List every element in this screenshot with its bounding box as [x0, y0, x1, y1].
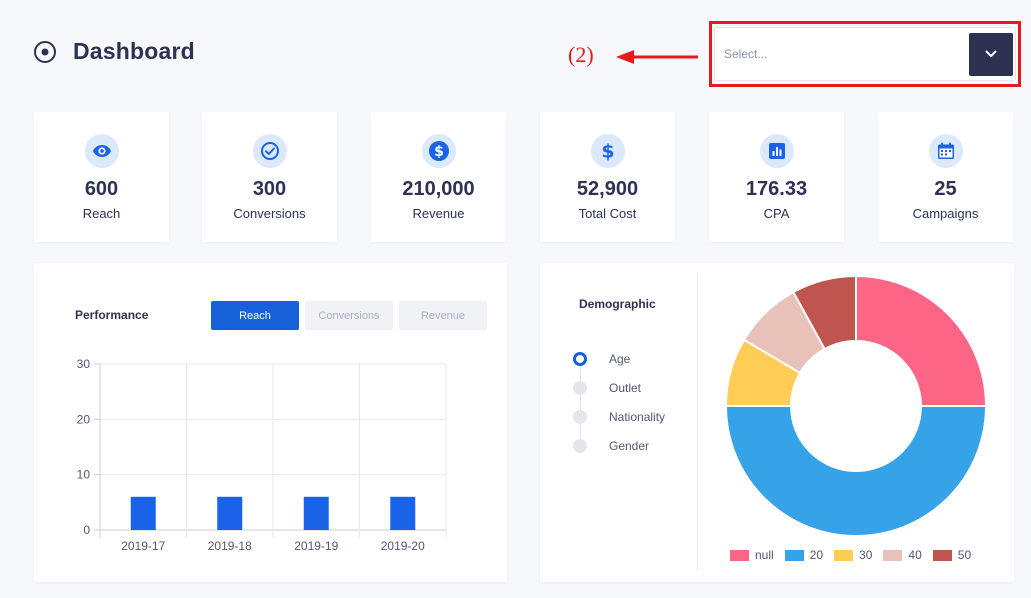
performance-panel: Performance Reach Conversions Revenue 01…	[34, 263, 507, 582]
stat-card-cpa: 176.33 CPA	[709, 112, 844, 242]
legend-swatch	[932, 549, 952, 561]
stat-value: 210,000	[402, 178, 475, 200]
bar	[303, 496, 329, 530]
radio-target-icon	[34, 40, 56, 63]
svg-text:$: $	[601, 141, 614, 163]
legend-item[interactable]: 40	[883, 548, 922, 562]
donut-slice	[724, 405, 988, 537]
bar	[130, 496, 156, 530]
stat-card-reach: 600 Reach	[34, 112, 169, 242]
stat-label: Total Cost	[578, 206, 637, 221]
stat-card-total-cost: $ 52,900 Total Cost	[540, 112, 675, 242]
legend-item[interactable]: 30	[834, 548, 872, 562]
stat-value: 25	[934, 178, 957, 200]
y-tick-label: 30	[77, 357, 91, 371]
annotation-label: (2)	[568, 42, 594, 67]
demographic-donut-chart	[724, 274, 988, 537]
stat-card-campaigns: 25 Campaigns	[878, 112, 1013, 242]
bar-chart-icon	[759, 134, 794, 168]
legend-label: 40	[908, 548, 922, 562]
stat-label: Campaigns	[912, 206, 979, 221]
stat-card-revenue: $ 210,000 Revenue	[371, 112, 506, 242]
annotation-arrow-icon	[616, 50, 698, 64]
stat-value: 600	[84, 178, 119, 200]
page-header: Dashboard	[34, 38, 195, 65]
page-title: Dashboard	[73, 38, 195, 64]
x-tick-label: 2019-18	[208, 539, 252, 553]
x-tick-label: 2019-19	[294, 539, 338, 553]
y-tick-label: 20	[77, 412, 91, 426]
dollar-icon: $	[421, 134, 456, 168]
stat-value: 52,900	[576, 178, 639, 200]
chevron-down-icon	[985, 50, 997, 57]
legend-swatch	[730, 549, 749, 561]
legend-item[interactable]: 50	[932, 548, 972, 562]
legend-swatch	[883, 549, 903, 561]
performance-bar-chart: 0 10 20 30 2019-17 2019-18 2019-19 2019-20	[77, 357, 447, 553]
dollar-icon: $	[590, 134, 625, 168]
stat-value: 176.33	[745, 178, 808, 200]
legend-label: 20	[809, 548, 824, 562]
legend-item[interactable]: null	[730, 548, 774, 562]
bar	[217, 496, 243, 530]
eye-icon	[84, 134, 119, 168]
y-tick-label: 0	[83, 523, 90, 537]
legend-item[interactable]: 20	[784, 548, 824, 562]
y-tick-label: 10	[77, 468, 91, 482]
select-dropdown-button[interactable]	[969, 32, 1013, 76]
demographic-panel: Demographic Age Outlet Nationality Gende…	[540, 263, 1014, 582]
x-tick-label: 2019-17	[121, 539, 165, 553]
svg-text:$: $	[434, 144, 444, 160]
check-circle-icon	[252, 134, 287, 168]
stat-card-conversions: 300 Conversions	[202, 112, 337, 242]
bar	[390, 496, 416, 530]
legend-label: 50	[957, 548, 972, 562]
donut-slice	[855, 274, 988, 407]
stat-label: Reach	[82, 206, 121, 221]
legend-label: null	[755, 548, 774, 562]
filter-select[interactable]: Select...	[714, 27, 1016, 81]
legend-label: 30	[859, 548, 873, 562]
stat-label: Conversions	[233, 206, 306, 221]
stat-label: CPA	[763, 206, 790, 221]
legend-swatch	[784, 549, 804, 561]
x-tick-label: 2019-20	[381, 539, 425, 553]
stat-value: 300	[252, 178, 287, 200]
calendar-icon	[928, 134, 963, 168]
legend-swatch	[834, 549, 854, 561]
donut-legend: null 20 30 40 50	[730, 548, 982, 562]
stat-label: Revenue	[412, 206, 465, 221]
select-placeholder: Select...	[724, 47, 768, 61]
